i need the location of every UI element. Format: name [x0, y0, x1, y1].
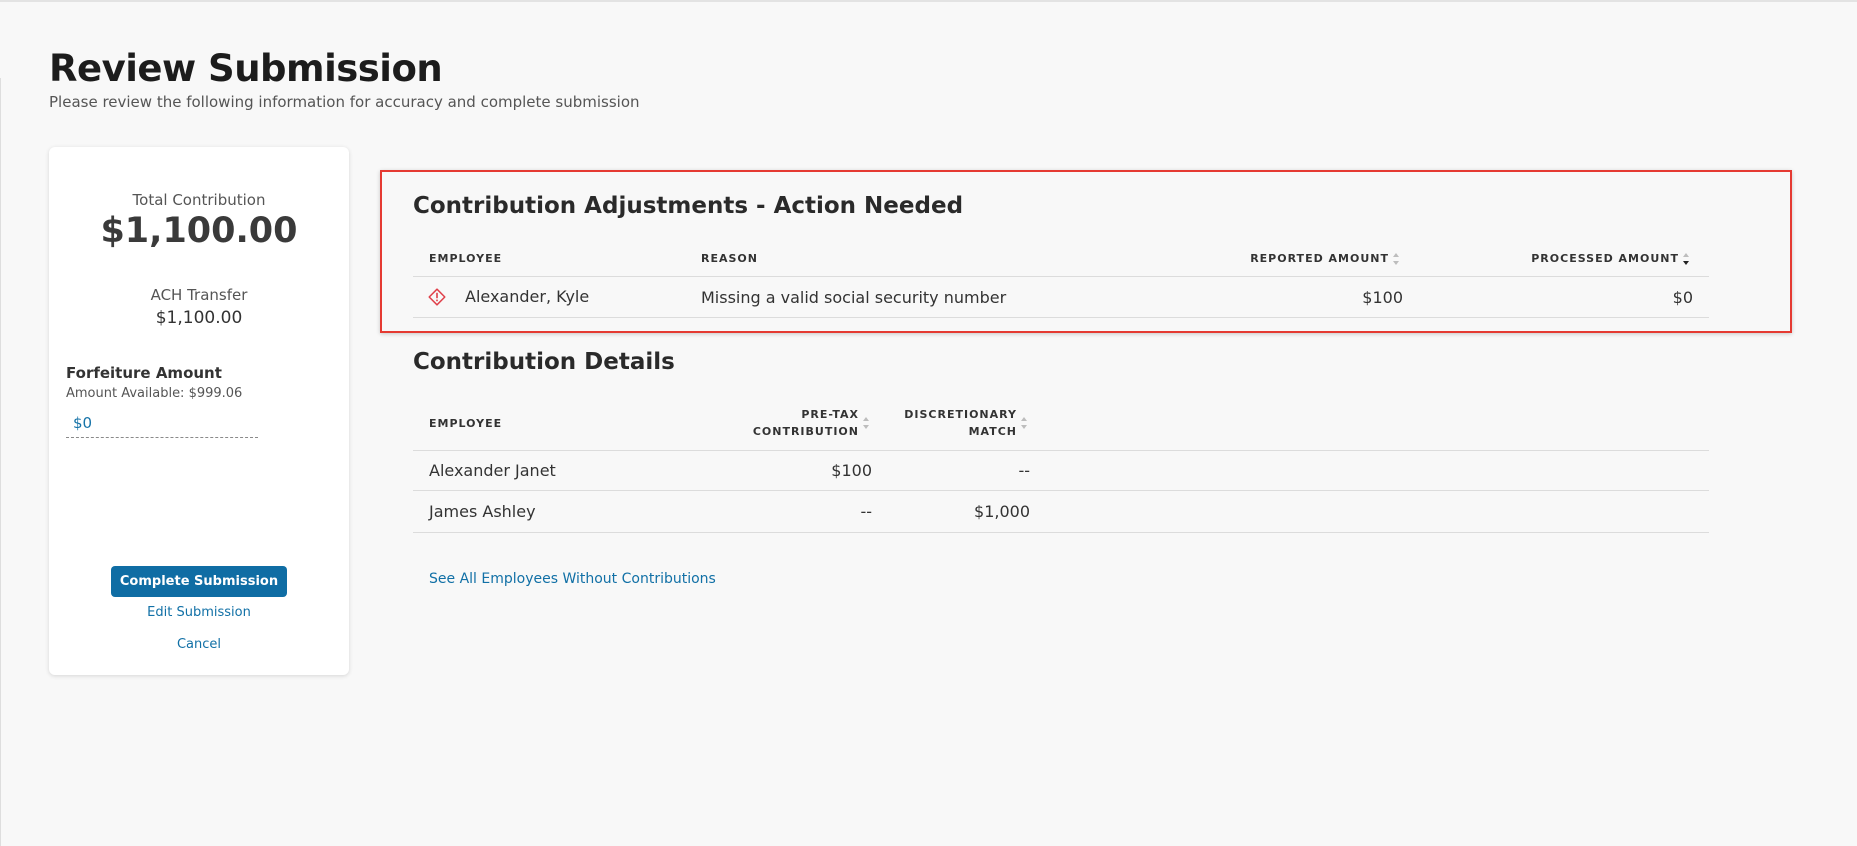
edit-submission-link[interactable]: Edit Submission: [49, 605, 349, 620]
details-header-employee: EMPLOYEE: [429, 417, 503, 430]
details-pretax-value: $100: [831, 461, 872, 480]
adjustment-processed-amount: $0: [1672, 288, 1693, 307]
details-match-value: --: [1018, 461, 1030, 480]
details-pretax-value: --: [860, 502, 872, 521]
adjustments-header-processed[interactable]: PROCESSED AMOUNT: [1440, 250, 1690, 267]
left-edge-divider: [0, 78, 1, 846]
adjustments-header-reason: REASON: [701, 252, 758, 265]
match-header-label: DISCRETIONARY MATCH: [904, 408, 1017, 438]
adjustments-title: Contribution Adjustments - Action Needed: [413, 193, 964, 219]
forfeiture-available-amount: Amount Available: $999.06: [66, 386, 243, 401]
details-match-value: $1,000: [974, 502, 1030, 521]
page-subtitle: Please review the following information …: [49, 93, 640, 111]
complete-submission-button[interactable]: Complete Submission: [111, 566, 287, 597]
adjustments-header-divider: [413, 276, 1709, 277]
details-header-match[interactable]: DISCRETIONARY MATCH: [860, 406, 1028, 440]
adjustments-row-divider: [413, 317, 1709, 318]
cancel-link[interactable]: Cancel: [49, 637, 349, 652]
forfeiture-amount-input[interactable]: [66, 409, 258, 438]
details-employee-name: James Ashley: [429, 502, 536, 521]
sort-icon: [1393, 253, 1399, 265]
details-employee-name: Alexander Janet: [429, 461, 556, 480]
processed-amount-label: PROCESSED AMOUNT: [1531, 252, 1679, 265]
adjustment-reason: Missing a valid social security number: [701, 288, 1007, 307]
adjustments-header-employee: EMPLOYEE: [429, 252, 503, 265]
details-row-divider: [413, 532, 1709, 533]
see-all-employees-link[interactable]: See All Employees Without Contributions: [429, 571, 716, 587]
ach-transfer-value: $1,100.00: [155, 308, 243, 328]
total-contribution-value: $1,100.00: [100, 211, 298, 251]
forfeiture-amount-title: Forfeiture Amount: [66, 364, 222, 382]
sort-icon: [1021, 417, 1027, 429]
details-row-divider: [413, 490, 1709, 491]
adjustment-reported-amount: $100: [1362, 288, 1403, 307]
details-title: Contribution Details: [413, 349, 675, 375]
ach-transfer-label: ACH Transfer: [150, 286, 248, 304]
pretax-header-label: PRE-TAX CONTRIBUTION: [752, 408, 859, 438]
adjustments-header-reported[interactable]: REPORTED AMOUNT: [1150, 250, 1400, 267]
details-header-pretax[interactable]: PRE-TAX CONTRIBUTION: [690, 406, 870, 440]
sort-descending-icon: [1683, 253, 1689, 265]
adjustment-employee-name: Alexander, Kyle: [465, 287, 590, 306]
warning-diamond-icon: [428, 288, 446, 306]
page-title: Review Submission: [49, 47, 443, 90]
submission-summary-card: Total Contribution $1,100.00 ACH Transfe…: [49, 147, 349, 675]
top-border: [0, 0, 1857, 2]
total-contribution-label: Total Contribution: [132, 191, 266, 209]
reported-amount-label: REPORTED AMOUNT: [1250, 252, 1389, 265]
details-header-divider: [413, 450, 1709, 451]
